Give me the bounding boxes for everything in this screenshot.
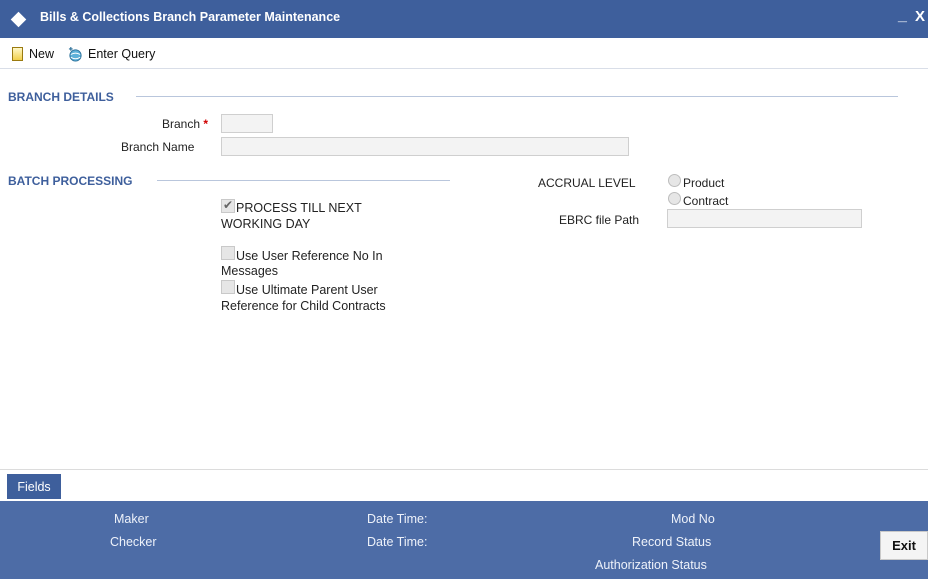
close-button[interactable]: X	[915, 8, 925, 25]
branch-details-divider	[136, 96, 898, 97]
required-marker: *	[203, 117, 209, 131]
batch-processing-divider	[157, 180, 450, 181]
accrual-level-label: ACCRUAL LEVEL	[538, 176, 636, 190]
branch-label: Branch *	[162, 117, 208, 131]
ebrc-file-path-label: EBRC file Path	[559, 213, 640, 227]
use-user-reference-label-1: Use User Reference No In	[236, 249, 383, 263]
accrual-contract-label: Contract	[683, 194, 729, 208]
process-till-next-label-2: WORKING DAY	[221, 217, 311, 231]
branch-input[interactable]	[221, 114, 273, 133]
minimize-button[interactable]: _	[898, 7, 907, 25]
window-title: Bills & Collections Branch Parameter Mai…	[40, 10, 341, 24]
fields-button[interactable]: Fields	[7, 474, 61, 499]
audit-footer: Maker Checker Date Time: Date Time: Mod …	[0, 501, 928, 579]
toolbar: New Enter Query	[0, 38, 928, 68]
branch-details-title: BRANCH DETAILS	[8, 90, 114, 104]
branch-name-input[interactable]	[221, 137, 629, 156]
checker-label: Checker	[110, 535, 157, 549]
accrual-product-label: Product	[683, 176, 725, 190]
use-user-reference-label-2: Messages	[221, 264, 278, 278]
new-button[interactable]: New	[12, 46, 54, 62]
ebrc-file-path-input[interactable]	[667, 209, 862, 228]
use-ultimate-parent-label-1: Use Ultimate Parent User	[236, 283, 378, 297]
process-till-next-label-1: PROCESS TILL NEXT	[236, 201, 362, 215]
use-ultimate-parent-label-2: Reference for Child Contracts	[221, 299, 386, 313]
branch-name-label: Branch Name	[121, 140, 195, 154]
title-bar: Bills & Collections Branch Parameter Mai…	[0, 0, 928, 38]
new-button-label: New	[29, 47, 55, 61]
accrual-contract-radio[interactable]	[668, 192, 681, 205]
exit-button[interactable]: Exit	[880, 531, 928, 560]
authorization-status-label: Authorization Status	[595, 558, 707, 572]
record-status-label: Record Status	[632, 535, 712, 549]
mod-no-label: Mod No	[671, 512, 715, 526]
checker-date-time-label: Date Time:	[367, 535, 428, 549]
new-document-icon	[12, 47, 23, 61]
maker-label: Maker	[114, 512, 149, 526]
process-till-next-working-day-checkbox[interactable]	[221, 198, 235, 213]
query-globe-icon	[68, 46, 82, 62]
maker-date-time-label: Date Time:	[367, 512, 428, 526]
enter-query-label: Enter Query	[88, 47, 156, 61]
use-ultimate-parent-checkbox[interactable]	[221, 280, 235, 294]
use-user-reference-checkbox[interactable]	[221, 246, 235, 260]
branch-label-text: Branch	[162, 117, 201, 131]
bottom-divider	[0, 469, 928, 470]
enter-query-button[interactable]: Enter Query	[68, 46, 155, 62]
diamond-icon	[10, 11, 27, 28]
accrual-product-radio[interactable]	[668, 174, 681, 187]
toolbar-divider	[0, 68, 928, 69]
batch-processing-title: BATCH PROCESSING	[8, 174, 133, 188]
